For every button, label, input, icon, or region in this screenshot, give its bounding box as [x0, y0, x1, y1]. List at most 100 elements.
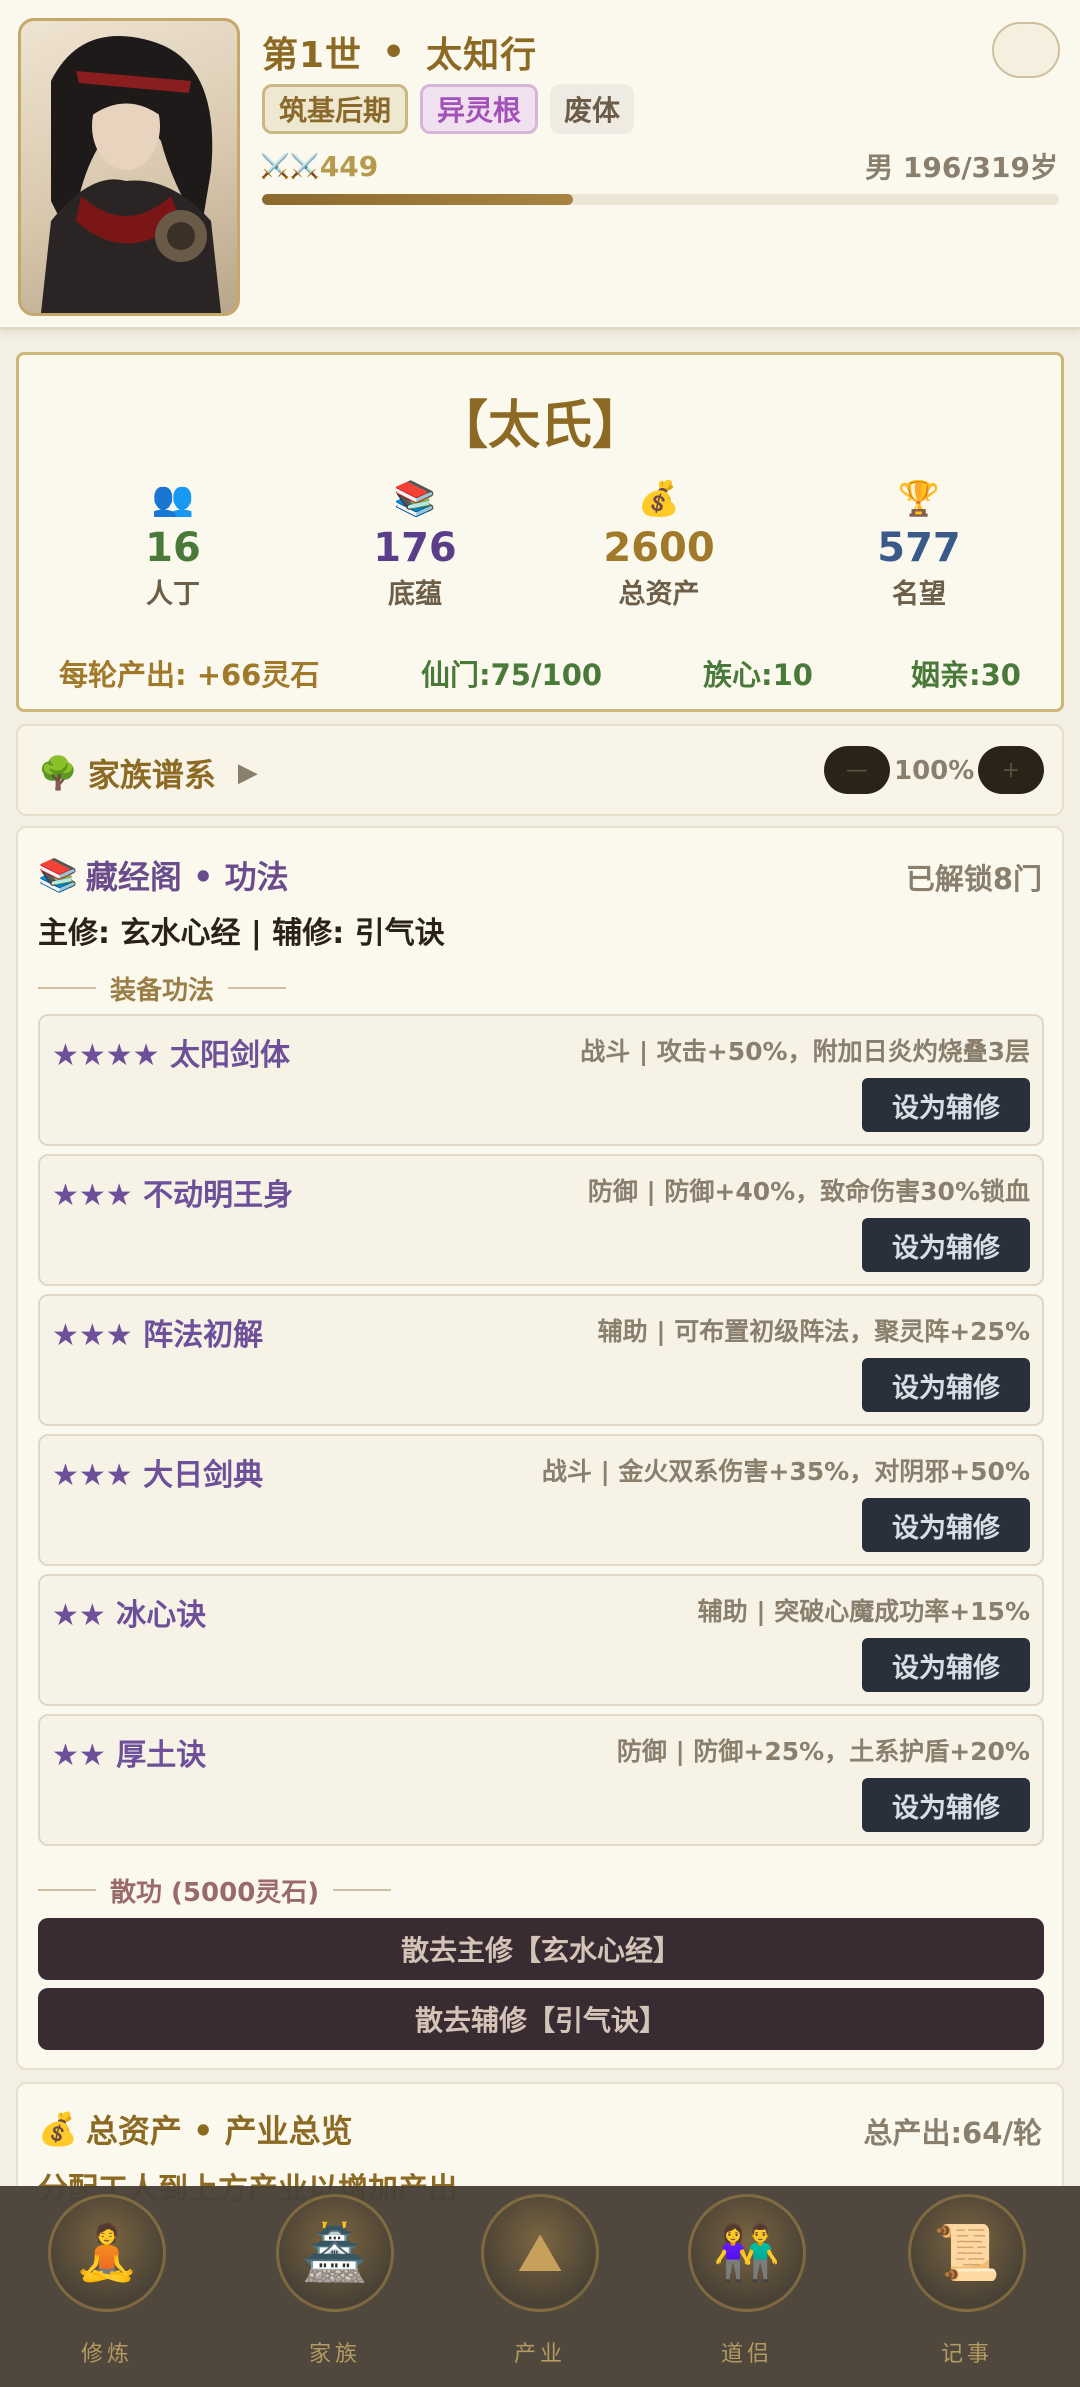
stat-total-assets: 💰 2600 总资产: [559, 477, 759, 615]
set-auxiliary-button[interactable]: 设为辅修: [862, 1358, 1030, 1412]
set-auxiliary-button[interactable]: 设为辅修: [862, 1218, 1030, 1272]
zoom-out-button[interactable]: —: [824, 746, 890, 794]
lifespan-bar-fill: [262, 194, 573, 205]
disperse-main-button[interactable]: 散去主修【玄水心经】: [38, 1918, 1044, 1980]
family-tree-title: 家族谱系: [87, 756, 216, 794]
money-bag-icon: 💰: [38, 2110, 78, 2148]
character-title: 第1世 • 太知行: [262, 26, 537, 78]
equip-section-title: 装备功法: [110, 975, 215, 1006]
people-icon: 👥: [151, 479, 195, 519]
nav-industry[interactable]: ⛰ 产业: [465, 2194, 615, 2374]
technique-desc: 战斗 | 攻击+50%，附加日炎灼烧叠3层: [580, 1037, 1030, 1066]
nav-clan[interactable]: 🏯 家族: [260, 2194, 410, 2374]
technique-stars: ★★★★: [52, 1038, 160, 1073]
books-icon: 📚: [393, 479, 437, 519]
divider: [38, 1889, 96, 1891]
technique-stars: ★★: [52, 1738, 106, 1773]
character-tags: 筑基后期 异灵根 废体: [262, 84, 635, 134]
nav-label: 产业: [513, 2342, 566, 2367]
nav-chronicle[interactable]: 📜 记事: [892, 2194, 1042, 2374]
clan-card: 【太氏】 👥 16 人丁 📚 176 底蕴 💰 2600 总资产 🏆 577 名…: [16, 352, 1064, 712]
stat-label: 名望: [892, 579, 946, 610]
stat-value: 2600: [603, 525, 715, 571]
sect-gate: 仙门:75/100: [421, 658, 603, 692]
stat-value: 577: [877, 525, 961, 571]
technique-stars: ★★★: [52, 1178, 133, 1213]
technique-stars: ★★★: [52, 1318, 133, 1353]
stat-value: 16: [145, 525, 201, 571]
nav-cultivate[interactable]: 🧘 修炼: [32, 2194, 182, 2374]
disperse-auxiliary-button[interactable]: 散去辅修【引气诀】: [38, 1988, 1044, 2050]
technique-title: 太阳剑体: [170, 1038, 291, 1073]
library-title-text: 藏经阁 • 功法: [85, 858, 289, 896]
spirit-root-tag: 异灵根: [420, 84, 539, 134]
combat-power: ⚔️⚔️ 449: [260, 146, 378, 186]
couple-icon: 👫: [688, 2194, 806, 2312]
scroll-icon: 📜: [908, 2194, 1026, 2312]
zoom-in-button[interactable]: +: [978, 746, 1044, 794]
books-icon: 📚: [38, 856, 78, 894]
technique-name: ★★★ 阵法初解: [52, 1310, 263, 1354]
technique-desc: 战斗 | 金火双系伤害+35%，对阴邪+50%: [541, 1457, 1030, 1486]
physique-tag: 废体: [550, 84, 635, 134]
technique-name: ★★ 冰心诀: [52, 1590, 206, 1634]
set-auxiliary-button[interactable]: 设为辅修: [862, 1498, 1030, 1552]
scripture-library-card: 📚 藏经阁 • 功法 已解锁8门 主修: 玄水心经 | 辅修: 引气诀 装备功法…: [16, 826, 1064, 2070]
technique-card: ★★★★ 太阳剑体 战斗 | 攻击+50%，附加日炎灼烧叠3层 设为辅修: [38, 1014, 1044, 1146]
technique-name: ★★ 厚土诀: [52, 1730, 206, 1774]
nav-partner[interactable]: 👫 道侣: [672, 2194, 822, 2374]
marriage-ties: 姻亲:30: [911, 658, 1021, 692]
character-portrait[interactable]: [18, 18, 240, 316]
income-per-turn: 每轮产出: +66灵石: [59, 658, 320, 692]
technique-name: ★★★★ 太阳剑体: [52, 1030, 290, 1074]
lifespan-bar: [262, 194, 1059, 205]
assets-title: 💰 总资产 • 产业总览: [38, 2106, 353, 2152]
character-header: 第1世 • 太知行 筑基后期 异灵根 废体 ⚔️⚔️ 449 男 196/319…: [0, 0, 1080, 330]
expand-arrow-icon: ▶: [237, 758, 258, 788]
character-name: 太知行: [426, 35, 538, 76]
equip-section-header: 装备功法: [38, 968, 287, 1008]
assets-title-text: 总资产 • 产业总览: [85, 2112, 353, 2150]
technique-card: ★★★ 不动明王身 防御 | 防御+40%，致命伤害30%锁血 设为辅修: [38, 1154, 1044, 1286]
unlocked-count: 已解锁8门: [905, 862, 1042, 896]
disperse-section-header: 散功 (5000灵石): [38, 1870, 392, 1910]
technique-title: 大日剑典: [143, 1458, 264, 1493]
money-bag-icon: 💰: [637, 479, 681, 519]
set-auxiliary-button[interactable]: 设为辅修: [862, 1078, 1030, 1132]
nav-label: 家族: [308, 2342, 361, 2367]
stat-label: 底蕴: [388, 579, 442, 610]
divider: [38, 987, 96, 989]
clan-name: 【太氏】: [435, 396, 644, 456]
divider: [228, 987, 287, 989]
divider: [333, 1889, 392, 1891]
stat-label: 总资产: [618, 579, 700, 610]
bottom-navigation: 🧘 修炼 🏯 家族 ⛰ 产业 👫 道侣 📜 记事: [0, 2186, 1080, 2387]
gender-age: 男 196/319岁: [865, 151, 1058, 184]
disperse-section-title: 散功 (5000灵石): [110, 1877, 320, 1908]
realm-tag: 筑基后期: [262, 84, 409, 134]
stat-population: 👥 16 人丁: [73, 477, 273, 615]
family-tree-bar[interactable]: 🌳 家族谱系 ▶ — 100% +: [16, 724, 1064, 816]
generation-label: 第1世: [262, 35, 363, 76]
title-separator: •: [382, 31, 407, 73]
technique-stars: ★★: [52, 1598, 106, 1633]
technique-name: ★★★ 不动明王身: [52, 1170, 293, 1214]
stat-label: 人丁: [146, 579, 200, 610]
technique-card: ★★ 厚土诀 防御 | 防御+25%，土系护盾+20% 设为辅修: [38, 1714, 1044, 1846]
technique-title: 不动明王身: [143, 1178, 294, 1213]
mountain-icon: ⛰: [481, 2194, 599, 2312]
meditation-icon: 🧘: [48, 2194, 166, 2312]
family-tree-toggle[interactable]: 🌳 家族谱系 ▶: [38, 750, 258, 796]
nav-label: 记事: [940, 2342, 993, 2367]
current-techniques: 主修: 玄水心经 | 辅修: 引气诀: [38, 916, 445, 951]
set-auxiliary-button[interactable]: 设为辅修: [862, 1778, 1030, 1832]
stat-value: 176: [373, 525, 457, 571]
menu-button[interactable]: [992, 22, 1060, 78]
trophy-icon: 🏆: [897, 479, 941, 519]
set-auxiliary-button[interactable]: 设为辅修: [862, 1638, 1030, 1692]
nav-label: 修炼: [80, 2342, 133, 2367]
technique-card: ★★★ 阵法初解 辅助 | 可布置初级阵法，聚灵阵+25% 设为辅修: [38, 1294, 1044, 1426]
clan-unity: 族心:10: [703, 658, 813, 692]
technique-card: ★★★ 大日剑典 战斗 | 金火双系伤害+35%，对阴邪+50% 设为辅修: [38, 1434, 1044, 1566]
technique-title: 阵法初解: [143, 1318, 264, 1353]
